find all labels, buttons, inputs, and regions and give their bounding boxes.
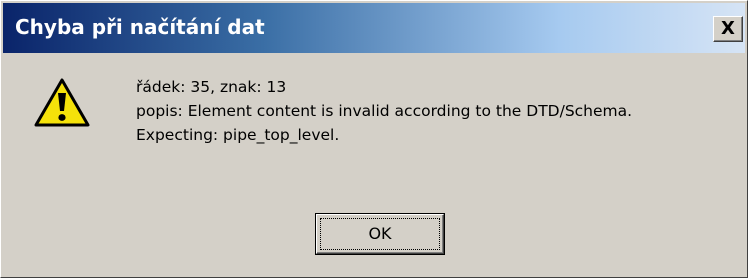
- close-icon: X: [721, 18, 735, 39]
- ok-button-label: OK: [368, 224, 392, 243]
- message-line-expecting: Expecting: pipe_top_level.: [136, 126, 340, 144]
- window-title: Chyba při načítání dat: [15, 15, 265, 39]
- error-dialog: Chyba při načítání dat X řádek: 35, znak…: [0, 0, 748, 278]
- title-bar[interactable]: Chyba při načítání dat X: [3, 3, 745, 53]
- message-line-description: popis: Element content is invalid accord…: [136, 102, 633, 120]
- warning-icon: [34, 78, 90, 127]
- message-line-position: řádek: 35, znak: 13: [136, 78, 287, 96]
- ok-button[interactable]: OK: [315, 213, 445, 255]
- close-button[interactable]: X: [713, 16, 743, 42]
- message-text: řádek: 35, znak: 13 popis: Element conte…: [136, 75, 632, 147]
